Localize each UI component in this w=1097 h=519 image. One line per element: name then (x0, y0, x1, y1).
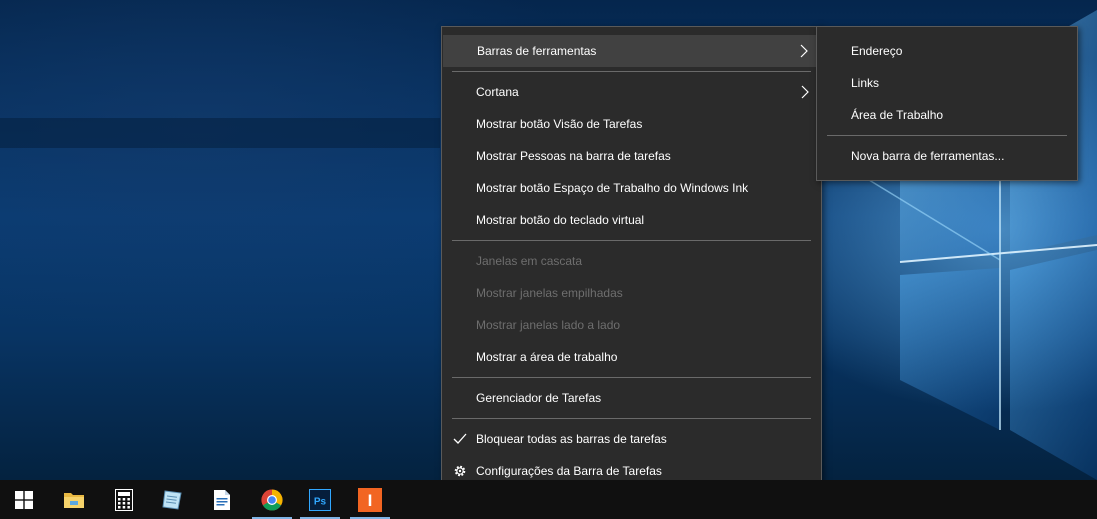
menu-item-label: Mostrar botão Visão de Tarefas (476, 117, 643, 131)
menu-item-label: Mostrar janelas lado a lado (476, 318, 621, 332)
menu-item-touch-keyboard-button[interactable]: Mostrar botão do teclado virtual (442, 204, 821, 236)
menu-item-show-desktop[interactable]: Mostrar a área de trabalho (442, 341, 821, 373)
submenu-item-links[interactable]: Links (817, 67, 1077, 99)
submenu-item-endereco[interactable]: Endereço (817, 35, 1077, 67)
taskbar-chrome-button[interactable] (248, 480, 296, 519)
start-button[interactable] (0, 480, 48, 519)
menu-item-label: Bloquear todas as barras de tarefas (476, 432, 667, 446)
menu-item-windows-ink-button[interactable]: Mostrar botão Espaço de Trabalho do Wind… (442, 172, 821, 204)
menu-item-cortana[interactable]: Cortana (442, 76, 821, 108)
chevron-right-icon (801, 85, 809, 99)
gear-icon (454, 465, 466, 477)
menu-item-stack-windows: Mostrar janelas empilhadas (442, 277, 821, 309)
menu-item-label: Mostrar janelas empilhadas (476, 286, 623, 300)
menu-item-label: Cortana (476, 85, 519, 99)
chrome-icon (261, 489, 283, 511)
taskbar-orange-app-button[interactable]: I (346, 480, 394, 519)
menu-separator (452, 71, 811, 72)
menu-separator (452, 418, 811, 419)
menu-item-label: Mostrar a área de trabalho (476, 350, 618, 364)
menu-item-lock-taskbars[interactable]: Bloquear todas as barras de tarefas (442, 423, 821, 455)
menu-item-label: Mostrar botão Espaço de Trabalho do Wind… (476, 181, 749, 195)
submenu-item-area-de-trabalho[interactable]: Área de Trabalho (817, 99, 1077, 131)
menu-item-barras-de-ferramentas[interactable]: Barras de ferramentas (443, 35, 820, 67)
file-explorer-icon (64, 492, 84, 508)
menu-item-task-view-button[interactable]: Mostrar botão Visão de Tarefas (442, 108, 821, 140)
menu-item-label: Mostrar Pessoas na barra de tarefas (476, 149, 671, 163)
menu-item-people-button[interactable]: Mostrar Pessoas na barra de tarefas (442, 140, 821, 172)
taskbar-notepad-button[interactable] (148, 480, 196, 519)
menu-item-label: Nova barra de ferramentas... (851, 149, 1005, 163)
menu-item-label: Endereço (851, 44, 903, 58)
menu-item-cascade-windows: Janelas em cascata (442, 245, 821, 277)
menu-item-label: Mostrar botão do teclado virtual (476, 213, 645, 227)
menu-item-label: Barras de ferramentas (477, 44, 597, 58)
orange-i-app-icon: I (358, 487, 382, 512)
svg-text:Ps: Ps (314, 496, 327, 507)
windows-start-icon (15, 490, 33, 509)
taskbar[interactable]: Ps I (0, 480, 1097, 519)
taskbar-file-explorer-button[interactable] (50, 480, 98, 519)
taskbar-calculator-button[interactable] (100, 480, 148, 519)
menu-separator (452, 377, 811, 378)
submenu-item-new-toolbar[interactable]: Nova barra de ferramentas... (817, 140, 1077, 172)
menu-item-label: Área de Trabalho (851, 108, 944, 122)
menu-item-side-by-side-windows: Mostrar janelas lado a lado (442, 309, 821, 341)
chevron-right-icon (800, 44, 808, 58)
menu-item-task-manager[interactable]: Gerenciador de Tarefas (442, 382, 821, 414)
menu-item-label: Configurações da Barra de Tarefas (476, 464, 662, 478)
svg-text:I: I (368, 491, 373, 510)
document-editor-icon (214, 489, 230, 510)
menu-item-label: Janelas em cascata (476, 254, 583, 268)
taskbar-context-menu: Barras de ferramentas Cortana Mostrar bo… (441, 26, 822, 496)
notepad-icon (162, 489, 182, 510)
toolbars-submenu: Endereço Links Área de Trabalho Nova bar… (816, 26, 1078, 181)
calculator-icon (115, 488, 133, 511)
photoshop-icon: Ps (309, 488, 331, 511)
menu-item-label: Links (851, 76, 880, 90)
taskbar-photoshop-button[interactable]: Ps (296, 480, 344, 519)
checkmark-icon (453, 433, 467, 444)
menu-item-label: Gerenciador de Tarefas (476, 391, 602, 405)
taskbar-document-editor-button[interactable] (198, 480, 246, 519)
menu-separator (827, 135, 1067, 136)
menu-separator (452, 240, 811, 241)
